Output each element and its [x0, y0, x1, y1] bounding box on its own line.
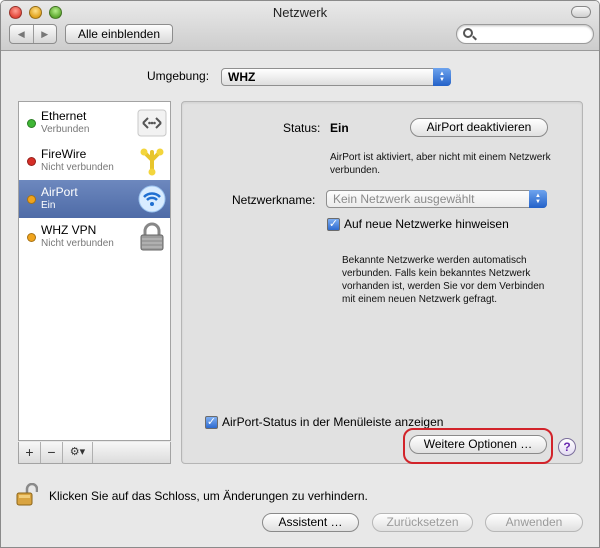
service-item-firewire[interactable]: FireWire Nicht verbunden: [19, 142, 170, 180]
popup-arrows-icon: ▲ ▼: [529, 190, 547, 208]
service-status: Ein: [41, 200, 56, 211]
magnifier-icon: [463, 28, 473, 38]
service-name: WHZ VPN: [41, 223, 97, 237]
service-status: Nicht verbunden: [41, 238, 114, 249]
airport-toggle-button[interactable]: AirPort deaktivieren: [410, 118, 548, 137]
lock-icon[interactable]: [16, 483, 38, 507]
service-item-airport[interactable]: AirPort Ein: [19, 180, 170, 218]
status-description: AirPort ist aktiviert, aber nicht mit ei…: [330, 152, 551, 176]
service-list: Ethernet Verbunden FireWire Nicht verbun…: [18, 101, 171, 441]
assistant-button[interactable]: Assistent …: [262, 513, 359, 532]
ask-new-networks-checkbox[interactable]: ✓: [327, 218, 340, 231]
help-button[interactable]: ?: [558, 438, 576, 456]
apply-button[interactable]: Anwenden: [485, 513, 583, 532]
service-status: Nicht verbunden: [41, 162, 114, 173]
location-label: Umgebung:: [147, 69, 210, 83]
search-field[interactable]: [456, 24, 594, 44]
menubar-status-label: AirPort-Status in der Menüleiste anzeige…: [222, 415, 444, 429]
add-service-button[interactable]: +: [19, 442, 41, 463]
menubar-status-checkbox[interactable]: ✓: [205, 416, 218, 429]
vpn-lock-icon: [140, 222, 164, 251]
firewire-icon: [140, 148, 164, 176]
status-dot-yellow-icon: [27, 233, 36, 242]
location-popup[interactable]: WHZ ▲ ▼: [221, 68, 451, 86]
lock-instruction-text: Klicken Sie auf das Schloss, um Änderung…: [49, 489, 368, 503]
service-item-ethernet[interactable]: Ethernet Verbunden: [19, 104, 170, 142]
status-label: Status:: [283, 121, 321, 135]
service-item-whz-vpn[interactable]: WHZ VPN Nicht verbunden: [19, 218, 170, 256]
network-name-popup[interactable]: Kein Netzwerk ausgewählt ▲ ▼: [326, 190, 547, 208]
show-all-button[interactable]: Alle einblenden: [65, 24, 173, 44]
location-value: WHZ: [228, 70, 256, 84]
forward-button[interactable]: ▶: [32, 25, 57, 43]
service-name: AirPort: [41, 185, 78, 199]
back-button[interactable]: ◀: [10, 25, 33, 43]
network-name-value: Kein Netzwerk ausgewählt: [333, 192, 475, 206]
toolbar-toggle-button[interactable]: [571, 6, 591, 18]
service-status: Verbunden: [41, 124, 90, 135]
toolbar: Netzwerk ◀ ▶ Alle einblenden: [1, 1, 599, 51]
remove-service-button[interactable]: −: [41, 442, 63, 463]
ask-new-networks-label: Auf neue Netzwerke hinweisen: [344, 217, 509, 231]
service-list-controls: + − ⚙▾: [18, 442, 171, 464]
status-dot-green-icon: [27, 119, 36, 128]
status-dot-red-icon: [27, 157, 36, 166]
navigation-buttons: ◀ ▶: [9, 24, 57, 44]
service-name: Ethernet: [41, 109, 87, 123]
advanced-options-button[interactable]: Weitere Optionen …: [409, 435, 547, 454]
status-value: Ein: [330, 121, 349, 135]
status-dot-yellow-icon: [27, 195, 36, 204]
wifi-icon: [138, 185, 166, 213]
search-input[interactable]: [477, 27, 587, 41]
service-name: FireWire: [41, 147, 87, 161]
network-preferences-window: Netzwerk ◀ ▶ Alle einblenden Umgebung: W…: [0, 0, 600, 548]
ethernet-icon: [137, 109, 167, 137]
network-name-label: Netzwerkname:: [232, 193, 316, 207]
window-title: Netzwerk: [272, 5, 328, 20]
revert-button[interactable]: Zurücksetzen: [372, 513, 473, 532]
ask-description: Bekannte Netzwerke werden automatisch ve…: [342, 255, 545, 305]
action-menu-button[interactable]: ⚙▾: [63, 442, 93, 463]
popup-arrows-icon: ▲ ▼: [433, 68, 451, 86]
